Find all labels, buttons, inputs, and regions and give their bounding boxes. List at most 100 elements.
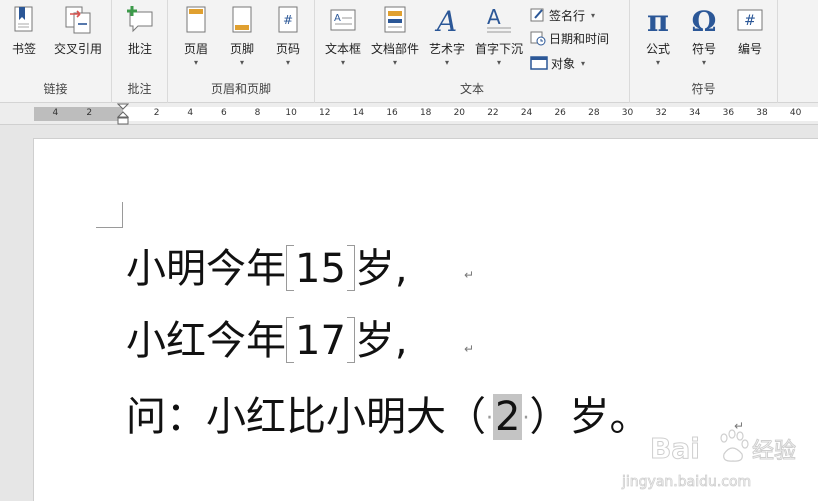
chevron-down-icon[interactable]: ▾ — [471, 59, 527, 67]
svg-text:Bai: Bai — [650, 432, 700, 465]
chevron-down-icon[interactable]: ▾ — [425, 59, 469, 67]
ruler-number: 34 — [688, 108, 701, 118]
wordart-button[interactable]: A 艺术字 ▾ — [425, 4, 469, 67]
footer-icon — [232, 6, 252, 33]
ruler-number: 40 — [789, 108, 802, 118]
new-comment-icon — [127, 6, 153, 33]
group-label-text: 文本 — [459, 82, 484, 96]
object-button[interactable]: 对象 ▾ — [530, 53, 585, 73]
ruler-number: 8 — [254, 108, 261, 118]
group-label-links: 链接 — [43, 82, 68, 96]
object-icon — [530, 56, 548, 70]
text-line-2[interactable]: 小红今年 17 岁, — [126, 316, 408, 366]
chevron-down-icon[interactable]: ▾ — [367, 59, 423, 67]
ruler-number: 4 — [187, 108, 194, 118]
baidu-jingyan-watermark: Bai 经验 jingyan.baidu.com — [612, 424, 812, 496]
ruler-left-margin — [34, 107, 123, 121]
page-number-button[interactable]: # 页码 ▾ — [268, 4, 308, 67]
ruler-number: 6 — [221, 108, 227, 118]
bracket-right — [346, 245, 355, 291]
equation-button[interactable]: π 公式 ▾ — [638, 4, 678, 67]
ruler-number: 2 — [86, 108, 93, 118]
ruler-number: 32 — [655, 108, 667, 118]
ruler-number: 26 — [554, 108, 566, 118]
chevron-down-icon[interactable]: ▾ — [321, 59, 365, 67]
ruler-number: 18 — [419, 108, 432, 118]
quick-parts-button[interactable]: 文档部件 ▾ — [367, 4, 423, 67]
number-hash-icon: # — [737, 9, 763, 31]
text-line-1[interactable]: 小明今年 15 岁, — [126, 244, 408, 294]
paragraph-mark: ↵ — [464, 342, 475, 356]
text-box-button[interactable]: A 文本框 ▾ — [321, 4, 365, 67]
svg-text:#: # — [283, 13, 293, 27]
omega-symbol-icon: Ω — [692, 5, 717, 36]
ruler-number: 22 — [487, 108, 499, 118]
footer-button[interactable]: 页脚 ▾ — [222, 4, 262, 67]
wordart-icon: A — [434, 5, 457, 36]
baidu-paw-logo: Bai 经验 jingyan.baidu.com — [621, 429, 797, 490]
text-line-3[interactable]: 问：小红比小明大（·2·）岁。 — [126, 392, 649, 442]
ruler-number: 4 — [52, 108, 59, 118]
chevron-down-icon[interactable]: ▾ — [591, 11, 595, 20]
ribbon-insert-tab: 书签 交叉引用 链接 批注 批注 页眉 ▾ 页脚 ▾ # 页码 ▾ 页眉和页脚 … — [0, 0, 818, 103]
chevron-down-icon[interactable]: ▾ — [638, 59, 678, 67]
group-label-symbols: 符号 — [691, 82, 716, 96]
chevron-down-icon[interactable]: ▾ — [222, 59, 262, 67]
chevron-down-icon[interactable]: ▾ — [581, 59, 585, 68]
number-button[interactable]: # 编号 — [730, 4, 770, 57]
ruler-number: 24 — [520, 108, 533, 118]
ruler-number: 30 — [621, 108, 634, 118]
margin-corner-mark — [122, 202, 123, 228]
selected-answer[interactable]: 2 — [493, 394, 523, 440]
ruler-number: 10 — [285, 108, 297, 118]
header-button[interactable]: 页眉 ▾ — [176, 4, 216, 67]
indent-marker-icon[interactable] — [117, 103, 129, 125]
bracket-left — [286, 317, 294, 363]
symbol-button[interactable]: Ω 符号 ▾ — [684, 4, 724, 67]
chevron-down-icon[interactable]: ▾ — [684, 59, 724, 67]
cross-reference-button[interactable]: 交叉引用 — [50, 4, 106, 57]
text-box-icon: A — [330, 9, 356, 31]
ruler-number: 36 — [722, 108, 735, 118]
space-dot: · — [486, 406, 493, 431]
svg-text:A: A — [487, 5, 501, 29]
horizontal-ruler[interactable]: 4 2 2 4 6 8 10 12 14 16 18 20 22 24 26 28 30 32 34 36 38 40 — [0, 103, 818, 125]
svg-text:A: A — [334, 13, 341, 24]
chevron-down-icon[interactable]: ▾ — [268, 59, 308, 67]
group-label-comments: 批注 — [127, 82, 152, 96]
cross-reference-icon — [65, 6, 91, 34]
bookmark-button[interactable]: 书签 — [6, 4, 42, 57]
group-header-footer: 页眉 ▾ 页脚 ▾ # 页码 ▾ 页眉和页脚 — [168, 0, 315, 103]
page-number-icon: # — [278, 6, 298, 33]
drop-cap-icon: A — [487, 5, 511, 33]
group-symbols: π 公式 ▾ Ω 符号 ▾ # 编号 符号 — [630, 0, 778, 103]
bracket-right — [346, 317, 355, 363]
drop-cap-button[interactable]: A 首字下沉 ▾ — [471, 4, 527, 67]
ruler-number: 28 — [588, 108, 600, 118]
date-time-button[interactable]: 日期和时间 — [530, 28, 609, 48]
header-icon — [186, 6, 206, 33]
svg-text:A: A — [434, 5, 457, 36]
bookmark-icon — [14, 6, 33, 32]
ruler-number: 38 — [756, 108, 768, 118]
margin-corner-mark — [96, 227, 123, 228]
chevron-down-icon[interactable]: ▾ — [176, 59, 216, 67]
group-comments: 批注 批注 — [112, 0, 168, 103]
pi-equation-icon: π — [647, 4, 669, 36]
calendar-clock-icon — [530, 31, 546, 46]
group-links: 书签 交叉引用 链接 — [0, 0, 112, 103]
comment-button[interactable]: 批注 — [120, 4, 160, 57]
signature-line-button[interactable]: 签名行 ▾ — [530, 5, 595, 25]
ruler-number: 14 — [352, 108, 365, 118]
svg-text:#: # — [744, 13, 756, 29]
ruler-number: 2 — [153, 108, 160, 118]
svg-text:Ω: Ω — [692, 5, 717, 36]
field-value[interactable]: 15 — [295, 246, 346, 292]
svg-text:π: π — [647, 4, 669, 36]
svg-text:经验: 经验 — [752, 439, 796, 464]
ruler-number: 16 — [386, 108, 398, 118]
ruler-number: 12 — [319, 108, 331, 118]
ruler-number: 20 — [453, 108, 466, 118]
bracket-left — [286, 245, 294, 291]
field-value[interactable]: 17 — [295, 318, 346, 364]
